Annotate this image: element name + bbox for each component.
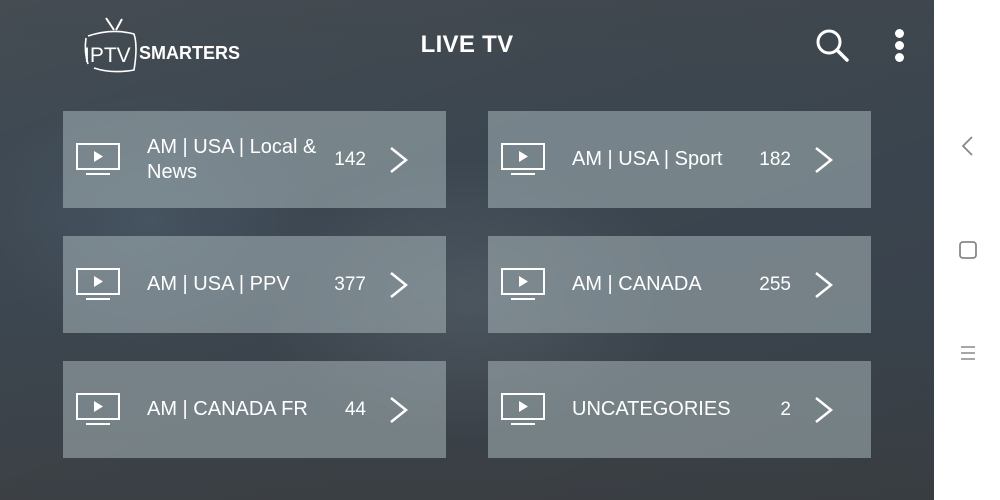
category-name: AM | USA | Sport (572, 148, 723, 170)
category-card[interactable]: UNCATEGORIES 2 (488, 361, 871, 458)
category-card[interactable]: AM | USA | Local & News 142 (63, 111, 446, 208)
channel-count: 377 (334, 273, 366, 295)
category-name: AM | CANADA FR (147, 398, 308, 420)
channel-count: 142 (334, 148, 366, 170)
category-card[interactable]: AM | CANADA 255 (488, 236, 871, 333)
tv-play-icon (501, 143, 545, 175)
category-name: UNCATEGORIES (572, 398, 731, 420)
back-button[interactable] (956, 134, 980, 158)
category-card[interactable]: AM | USA | Sport 182 (488, 111, 871, 208)
category-name: AM | CANADA (572, 273, 702, 295)
page-title: LIVE TV (420, 31, 514, 58)
live-tv-screen: IPTV SMARTERS LIVE TV AM | USA | Local &… (0, 0, 934, 500)
channel-count: 182 (759, 148, 791, 170)
chevron-right-icon (390, 397, 409, 423)
chevron-right-icon (390, 147, 409, 173)
tv-play-icon (501, 393, 545, 425)
channel-count: 2 (780, 398, 791, 420)
chevron-right-icon (815, 397, 834, 423)
search-icon (816, 29, 849, 62)
recents-button[interactable] (956, 341, 980, 365)
channel-count: 255 (759, 273, 791, 295)
more-options-button[interactable] (888, 26, 912, 66)
category-name: AM | USA | Local & News (147, 135, 317, 183)
system-navigation-bar (934, 0, 1000, 500)
tv-play-icon (76, 268, 120, 300)
tv-play-icon (76, 393, 120, 425)
chevron-right-icon (815, 272, 834, 298)
recents-icon (961, 346, 975, 360)
tv-play-icon (76, 143, 120, 175)
search-button[interactable] (813, 27, 853, 67)
category-card[interactable]: AM | USA | PPV 377 (63, 236, 446, 333)
back-icon (961, 136, 973, 156)
chevron-right-icon (390, 272, 409, 298)
channel-count: 44 (344, 398, 366, 420)
home-icon (959, 241, 977, 259)
tv-play-icon (501, 268, 545, 300)
chevron-right-icon (815, 147, 834, 173)
category-name: AM | USA | PPV (147, 273, 290, 295)
home-button[interactable] (956, 238, 980, 262)
category-card[interactable]: AM | CANADA FR 44 (63, 361, 446, 458)
